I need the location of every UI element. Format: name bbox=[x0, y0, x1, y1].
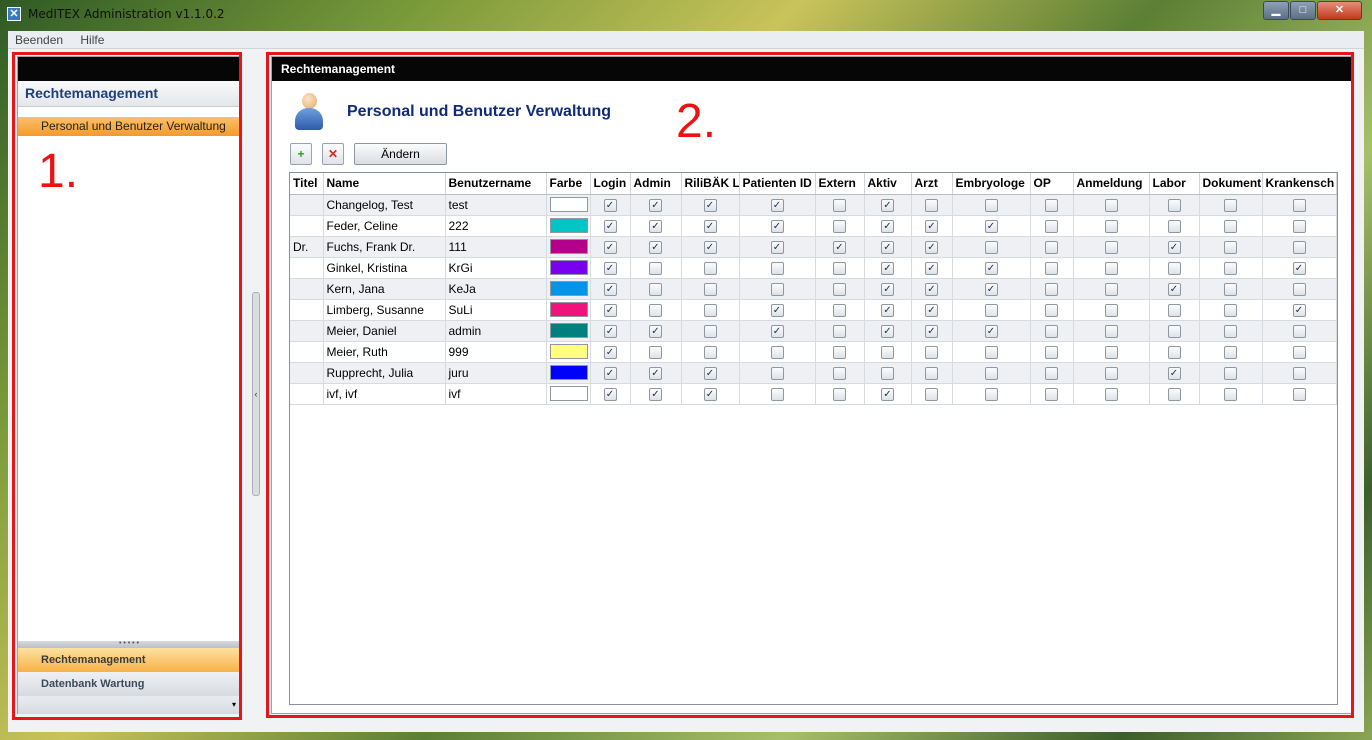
menu-bar: Beenden Hilfe bbox=[8, 31, 1364, 49]
annotation-box-2 bbox=[266, 52, 1354, 718]
menu-beenden[interactable]: Beenden bbox=[8, 31, 70, 49]
menu-hilfe[interactable]: Hilfe bbox=[73, 31, 111, 49]
panel-splitter-collapse[interactable]: ‹ bbox=[252, 292, 260, 496]
maximize-button[interactable]: □ bbox=[1290, 1, 1316, 20]
app-icon: ✕ bbox=[7, 7, 21, 21]
close-button[interactable]: ✕ bbox=[1317, 1, 1362, 20]
title-bar: ✕ MedITEX Administration v1.1.0.2 ▁ □ ✕ bbox=[0, 0, 1372, 31]
annotation-label-1: 1. bbox=[38, 145, 79, 198]
window-title: MedITEX Administration v1.1.0.2 bbox=[28, 7, 225, 21]
annotation-label-2: 2. bbox=[676, 95, 717, 148]
minimize-button[interactable]: ▁ bbox=[1263, 1, 1289, 20]
